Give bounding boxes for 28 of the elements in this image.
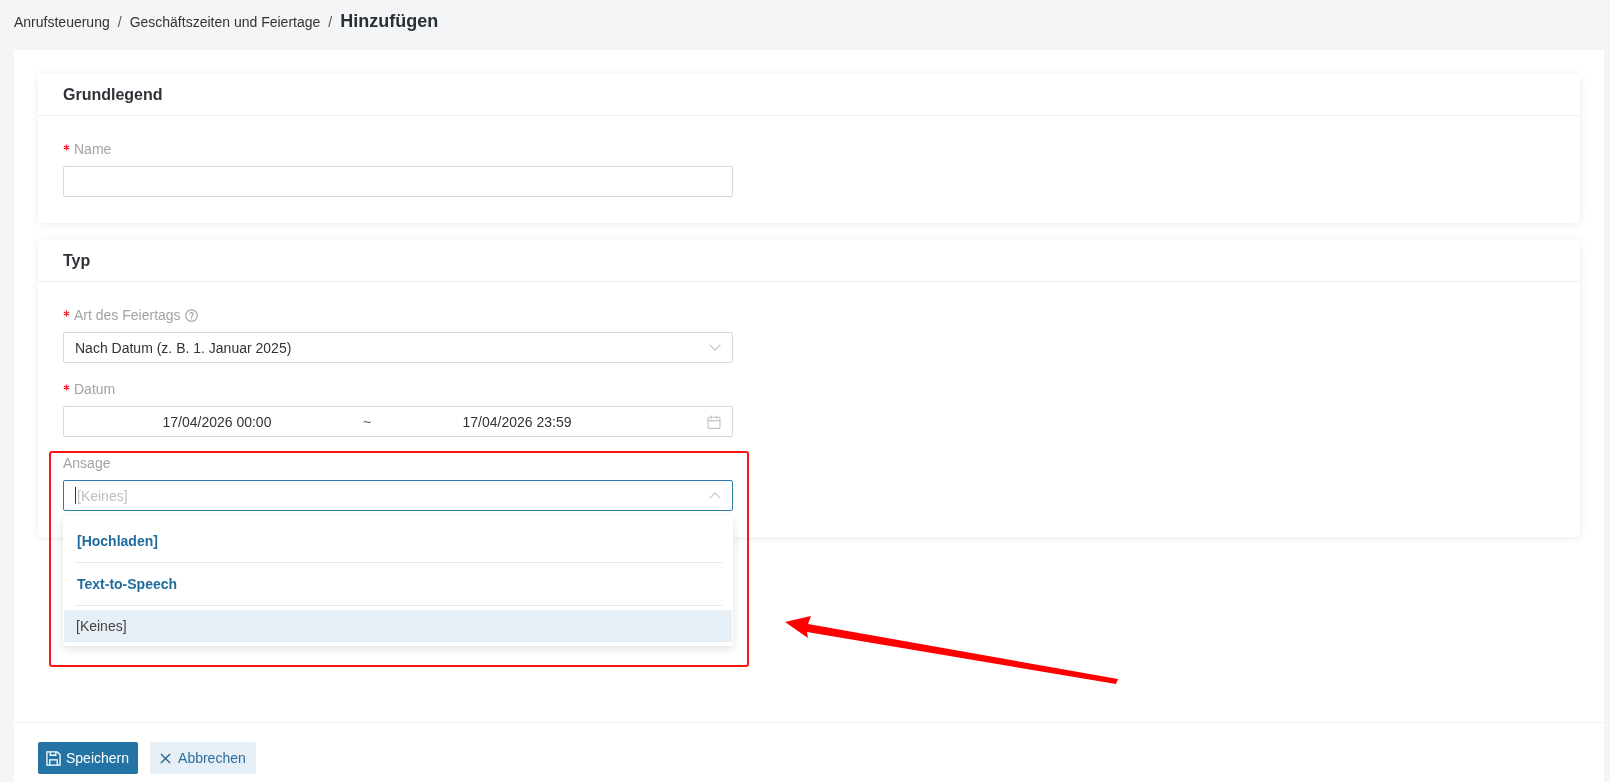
breadcrumb-separator: / (328, 13, 333, 31)
dropdown-option[interactable]: [Keines] (64, 610, 732, 642)
text-input[interactable] (63, 166, 733, 197)
dropdown-option[interactable]: [Hochladen] (74, 520, 722, 563)
chevron-down-icon (709, 344, 721, 351)
end-date-input[interactable]: 17/04/2026 23:59 (375, 413, 659, 430)
cancel-button[interactable]: Abbrechen (150, 742, 256, 774)
breadcrumb-link[interactable]: Geschäftszeiten und Feiertage (129, 13, 321, 31)
field-label: Datum (74, 381, 116, 397)
save-button[interactable]: Speichern (38, 742, 139, 774)
section-title: Grundlegend (38, 74, 1580, 116)
field-label: Name (74, 141, 112, 157)
range-separator: ~ (361, 413, 373, 430)
dropdown-option[interactable]: Text-to-Speech (74, 563, 722, 606)
chevron-up-icon (709, 492, 721, 499)
close-icon (160, 752, 172, 764)
select-field[interactable]: Nach Datum (z. B. 1. Januar 2025) (63, 332, 733, 363)
section-title: Typ (38, 240, 1580, 282)
page-title: Hinzufügen (340, 12, 439, 30)
field-label: Art des Feiertags (74, 307, 181, 323)
text-cursor-icon (75, 487, 76, 504)
floppy-disk-icon (46, 750, 61, 766)
breadcrumb-separator: / (117, 13, 122, 31)
field-label: Ansage (63, 455, 111, 471)
start-date-input[interactable]: 17/04/2026 00:00 (75, 413, 359, 430)
breadcrumb-link[interactable]: Anrufsteuerung (14, 13, 110, 31)
date-range-field[interactable]: 17/04/2026 00:00 ~ 17/04/2026 23:59 (63, 406, 733, 437)
calendar-icon (707, 414, 721, 429)
